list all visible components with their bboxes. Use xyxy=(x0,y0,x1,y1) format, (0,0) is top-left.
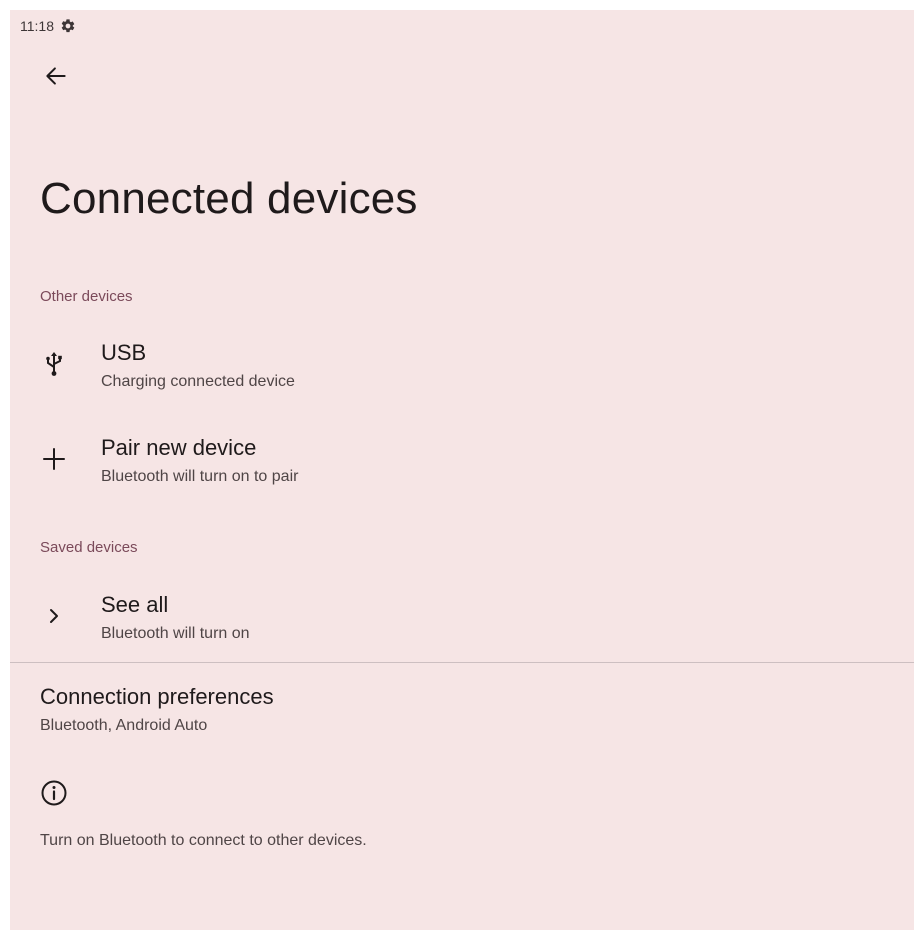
usb-item[interactable]: USB Charging connected device xyxy=(10,328,914,404)
section-header-other-devices: Other devices xyxy=(40,288,133,305)
connection-preferences-item[interactable]: Connection preferences Bluetooth, Androi… xyxy=(10,674,914,744)
status-bar: 11:18 xyxy=(20,16,76,36)
usb-item-summary: Charging connected device xyxy=(101,373,295,390)
chevron-right-icon xyxy=(38,600,70,632)
connection-preferences-summary: Bluetooth, Android Auto xyxy=(40,717,208,734)
section-divider xyxy=(10,662,914,663)
back-button[interactable] xyxy=(36,60,76,96)
back-arrow-icon xyxy=(43,63,69,94)
status-time: 11:18 xyxy=(20,18,54,34)
usb-icon xyxy=(38,348,70,380)
section-header-saved-devices: Saved devices xyxy=(40,539,138,556)
pair-new-device-item[interactable]: Pair new device Bluetooth will turn on t… xyxy=(10,423,914,499)
usb-item-title: USB xyxy=(101,340,147,365)
plus-icon xyxy=(38,443,70,475)
see-all-summary: Bluetooth will turn on xyxy=(101,625,250,642)
pair-new-device-title: Pair new device xyxy=(101,435,257,460)
see-all-title: See all xyxy=(101,592,169,617)
connection-preferences-title: Connection preferences xyxy=(40,684,274,709)
info-icon xyxy=(40,779,68,807)
see-all-item[interactable]: See all Bluetooth will turn on xyxy=(10,580,914,656)
page-title: Connected devices xyxy=(40,174,418,223)
pair-new-device-summary: Bluetooth will turn on to pair xyxy=(101,468,299,485)
gear-icon xyxy=(60,18,76,34)
bluetooth-info-text: Turn on Bluetooth to connect to other de… xyxy=(40,832,367,849)
settings-screen: 11:18 Connected devices Other devices US… xyxy=(10,10,914,930)
